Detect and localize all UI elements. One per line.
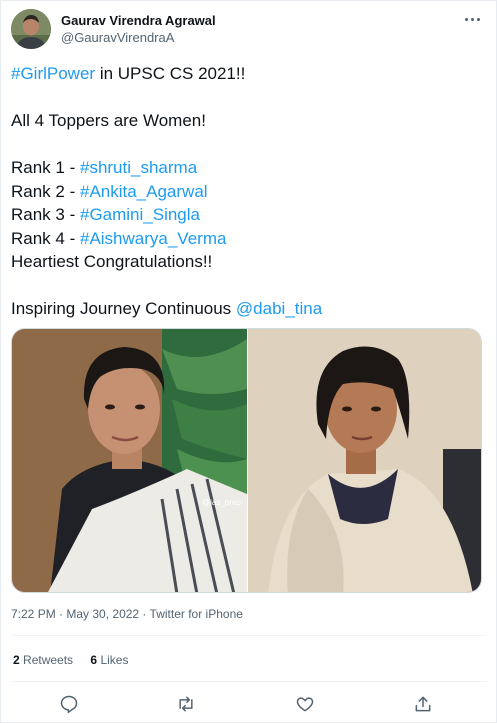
rank-line-3: Rank 3 - #Gamini_Singla: [11, 203, 481, 227]
woman-portrait-right-image: [248, 329, 481, 592]
likes-count: 6: [90, 653, 98, 667]
rank-line-1: Rank 1 - #shruti_sharma: [11, 156, 481, 180]
rank-line-2: Rank 2 - #Ankita_Agarwal: [11, 180, 481, 204]
retweets-count: 2: [13, 653, 20, 667]
text-line-1-rest: in UPSC CS 2021!!: [95, 64, 246, 83]
woman-portrait-left-image: @ias_prep: [12, 329, 247, 592]
tweet-stats: 2 Retweets 6 Likes: [13, 653, 142, 668]
photo-watermark: @ias_prep: [202, 498, 241, 507]
retweet-icon[interactable]: [176, 694, 198, 716]
user-avatar-icon: [11, 9, 51, 49]
divider-bottom: [11, 681, 487, 682]
tweet-card: Gaurav Virendra Agrawal @GauravVirendraA…: [0, 0, 497, 723]
closing-line: Inspiring Journey Continuous @dabi_tina: [11, 297, 481, 321]
rank-prefix: Rank 4 -: [11, 228, 80, 248]
tweet-media[interactable]: @ias_prep: [11, 328, 482, 593]
more-options-icon[interactable]: [462, 11, 484, 27]
congrats-line: Heartiest Congratulations!!: [11, 252, 213, 271]
tweet-date[interactable]: May 30, 2022: [66, 607, 139, 621]
rank-prefix: Rank 3 -: [11, 205, 80, 224]
photo-right[interactable]: [248, 329, 481, 592]
tweet-time[interactable]: 7:22 PM: [11, 607, 56, 621]
tweet-meta: 7:22 PM · May 30, 2022 · Twitter for iPh…: [11, 607, 243, 622]
tweet-text: #GirlPower in UPSC CS 2021!! All 4 Toppe…: [11, 62, 481, 321]
text-line-2: All 4 Toppers are Women!: [11, 111, 206, 130]
likes-label: Likes: [100, 653, 129, 667]
hashtag-rank-2[interactable]: #Ankita_Agarwal: [80, 182, 208, 201]
reply-icon[interactable]: [59, 694, 81, 716]
like-icon[interactable]: [295, 694, 317, 716]
rank-prefix: Rank 1 -: [11, 158, 80, 177]
meta-separator: ·: [139, 607, 150, 621]
mention-dabi-tina[interactable]: @dabi_tina: [236, 299, 322, 318]
meta-separator: ·: [55, 607, 67, 621]
text-line-1: #GirlPower in UPSC CS 2021!!: [11, 62, 481, 86]
author-names: Gaurav Virendra Agrawal @GauravVirendraA: [61, 12, 216, 46]
retweets-stat[interactable]: 2 Retweets: [13, 653, 73, 668]
author-display-name[interactable]: Gaurav Virendra Agrawal: [61, 12, 216, 29]
photo-left[interactable]: @ias_prep: [12, 329, 247, 592]
retweets-label: Retweets: [23, 653, 74, 667]
tweet-source[interactable]: Twitter for iPhone: [150, 607, 243, 621]
author-handle[interactable]: @GauravVirendraA: [61, 29, 216, 46]
hashtag-rank-1[interactable]: #shruti_sharma: [80, 158, 197, 177]
tweet-actions: [11, 689, 487, 714]
rank-prefix: Rank 2 -: [11, 181, 80, 201]
hashtag-rank-4[interactable]: #Aishwarya_Verma: [80, 229, 226, 248]
author-avatar[interactable]: [11, 9, 51, 49]
tweet-header: Gaurav Virendra Agrawal @GauravVirendraA: [11, 9, 488, 49]
share-icon[interactable]: [413, 694, 435, 716]
closing-text: Inspiring Journey Continuous: [11, 299, 236, 318]
likes-stat[interactable]: 6 Likes: [90, 653, 128, 668]
hashtag-girlpower[interactable]: #GirlPower: [11, 64, 95, 83]
rank-line-4: Rank 4 - #Aishwarya_Verma: [11, 227, 481, 251]
divider-top: [11, 635, 487, 636]
hashtag-rank-3[interactable]: #Gamini_Singla: [80, 205, 200, 224]
